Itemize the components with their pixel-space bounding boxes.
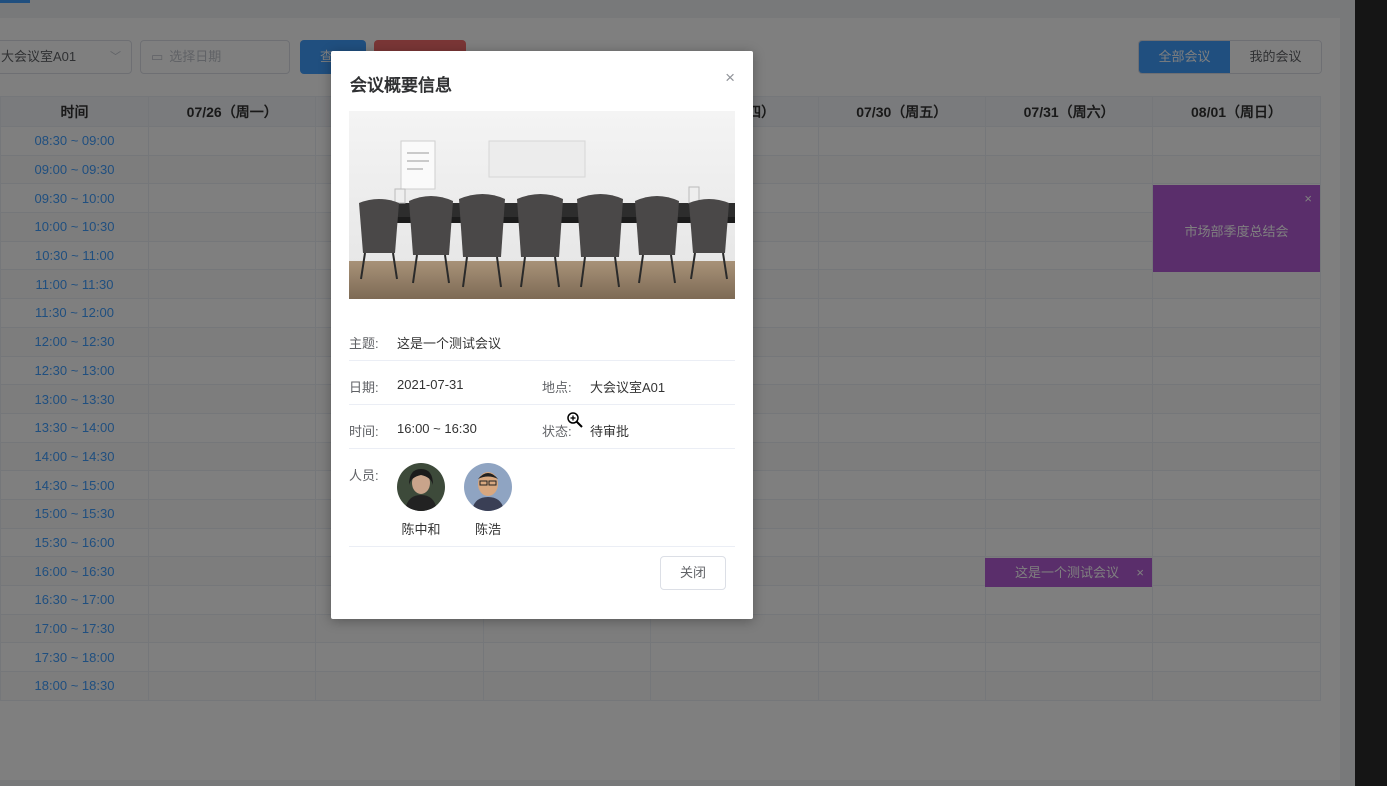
topic-row: 主题: 这是一个测试会议 bbox=[349, 323, 735, 361]
meeting-summary-dialog: 会议概要信息 × 主题: 这是一个测试会议 日期: 2021-07-31 地点:… bbox=[331, 51, 753, 619]
person-item[interactable]: 陈浩 bbox=[458, 463, 518, 538]
location-value: 大会议室A01 bbox=[590, 380, 666, 395]
person-name: 陈浩 bbox=[474, 522, 501, 537]
time-value: 16:00 ~ 16:30 bbox=[397, 421, 477, 436]
topic-label: 主题: bbox=[349, 336, 379, 351]
date-value: 2021-07-31 bbox=[397, 377, 464, 392]
date-location-row: 日期: 2021-07-31 地点: 大会议室A01 bbox=[349, 367, 735, 405]
location-label: 地点: bbox=[542, 380, 572, 395]
time-label: 时间: bbox=[349, 424, 379, 439]
people-row: 人员: 陈中和 陈浩 bbox=[349, 455, 735, 547]
person-item[interactable]: 陈中和 bbox=[391, 463, 451, 538]
meeting-room-photo bbox=[349, 111, 735, 299]
avatar bbox=[397, 463, 445, 511]
person-name: 陈中和 bbox=[401, 522, 441, 537]
close-icon[interactable]: × bbox=[725, 68, 735, 88]
status-value: 待审批 bbox=[590, 424, 630, 439]
topic-value: 这是一个测试会议 bbox=[397, 336, 502, 351]
people-label: 人员: bbox=[349, 468, 379, 483]
avatar bbox=[464, 463, 512, 511]
time-status-row: 时间: 16:00 ~ 16:30 状态: 待审批 bbox=[349, 411, 735, 449]
dialog-title: 会议概要信息 bbox=[350, 76, 452, 95]
close-button[interactable]: 关闭 bbox=[660, 556, 726, 590]
zoom-cursor-icon bbox=[566, 411, 584, 434]
date-label: 日期: bbox=[349, 380, 379, 395]
